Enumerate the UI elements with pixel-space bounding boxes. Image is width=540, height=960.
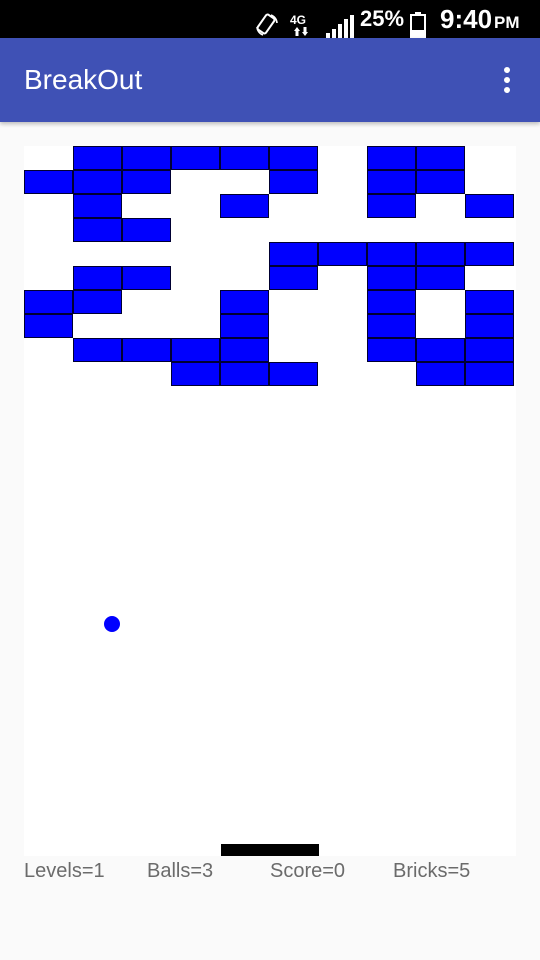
brick: [465, 290, 514, 314]
ball: [104, 616, 120, 632]
brick: [24, 314, 73, 338]
brick: [122, 338, 171, 362]
brick: [73, 266, 122, 290]
brick: [269, 170, 318, 194]
brick: [465, 362, 514, 386]
brick: [367, 314, 416, 338]
brick: [122, 170, 171, 194]
brick: [367, 146, 416, 170]
brick: [220, 362, 269, 386]
brick: [122, 266, 171, 290]
brick: [73, 218, 122, 242]
brick: [171, 146, 220, 170]
brick: [416, 266, 465, 290]
brick: [367, 266, 416, 290]
brick: [73, 290, 122, 314]
screen: 4G 25% 9:40 PM BreakOut Levels=1 Balls=3…: [0, 0, 540, 960]
brick: [367, 338, 416, 362]
brick: [269, 266, 318, 290]
brick: [122, 146, 171, 170]
brick: [24, 170, 73, 194]
brick: [171, 338, 220, 362]
brick: [367, 290, 416, 314]
brick: [73, 194, 122, 218]
brick: [269, 362, 318, 386]
brick: [416, 146, 465, 170]
brick: [465, 242, 514, 266]
score-stat: Score=0: [270, 860, 346, 882]
brick: [318, 242, 367, 266]
clock-ampm: PM: [494, 13, 520, 32]
brick: [171, 362, 220, 386]
brick: [220, 338, 269, 362]
brick: [416, 362, 465, 386]
paddle[interactable]: [221, 844, 319, 856]
app-title: BreakOut: [24, 64, 143, 95]
levels-stat: Levels=1: [24, 860, 105, 882]
brick: [73, 170, 122, 194]
clock-time: 9:40: [440, 4, 493, 34]
clock: 9:40 PM: [440, 0, 520, 38]
brick: [465, 194, 514, 218]
brick: [269, 146, 318, 170]
brick: [220, 290, 269, 314]
brick: [465, 338, 514, 362]
brick: [367, 242, 416, 266]
brick: [24, 290, 73, 314]
game-canvas[interactable]: [24, 146, 516, 856]
network-label: 4G: [290, 13, 306, 27]
battery-percent: 25%: [360, 6, 405, 31]
brick: [416, 242, 465, 266]
brick: [269, 242, 318, 266]
overflow-menu-icon[interactable]: [492, 64, 522, 96]
brick: [465, 314, 514, 338]
brick: [416, 338, 465, 362]
app-bar: BreakOut: [0, 38, 540, 122]
bricks-stat: Bricks=5: [393, 860, 471, 882]
brick: [367, 194, 416, 218]
status-bar: 4G 25% 9:40 PM: [0, 0, 540, 38]
brick: [73, 338, 122, 362]
brick: [73, 146, 122, 170]
brick: [122, 218, 171, 242]
balls-stat: Balls=3: [147, 860, 214, 882]
brick: [220, 194, 269, 218]
brick: [220, 314, 269, 338]
brick: [220, 146, 269, 170]
brick: [416, 170, 465, 194]
brick: [367, 170, 416, 194]
